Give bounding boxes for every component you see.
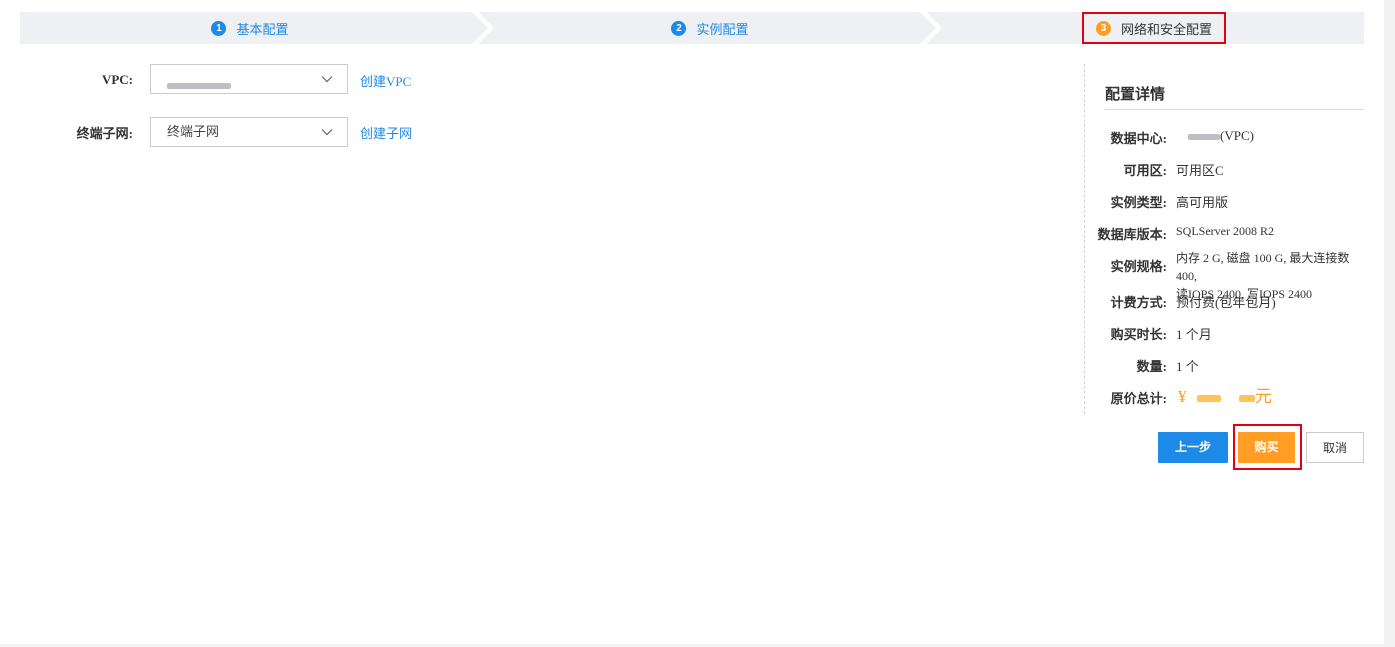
db-version-label: 数据库版本: [1097,227,1167,242]
subnet-select-value: 终端子网 [167,124,220,139]
datacenter-value: (VPC) [1176,128,1254,144]
price-currency: ¥ [1178,387,1187,406]
instance-type-label: 实例类型: [1110,195,1167,210]
instance-type-value: 高可用版 [1176,195,1229,210]
step-basic-config[interactable]: 1 基本配置 [20,12,480,44]
scrollbar-track[interactable] [1384,0,1395,647]
price-unit: 元 [1255,387,1272,406]
subnet-select[interactable]: 终端子网 [150,117,348,147]
chevron-down-icon [321,129,333,136]
active-step-highlight [1082,12,1226,44]
vpc-row: VPC: [0,64,133,96]
panel-divider [1105,109,1364,110]
chevron-down-icon [321,76,333,83]
duration-label: 购买时长: [1110,327,1167,342]
duration-value: 1 个月 [1176,327,1212,342]
total-price-label: 原价总计: [1110,391,1167,406]
step-number-1: 1 [211,20,227,36]
billing-label: 计费方式: [1110,295,1167,310]
prev-step-button[interactable]: 上一步 [1158,432,1228,463]
vpc-label: VPC: [101,72,133,87]
create-vpc-link[interactable]: 创建VPC [360,71,411,90]
total-price-value: ¥ 元 [1178,382,1272,407]
datacenter-suffix: (VPC) [1220,128,1254,143]
step-number-2: 2 [671,20,687,36]
cancel-button[interactable]: 取消 [1306,432,1364,463]
price-redacted-2 [1239,394,1255,402]
vpc-select[interactable] [150,64,348,94]
db-version-value: SQLServer 2008 R2 [1176,224,1274,238]
buy-button-highlight [1233,424,1302,470]
quantity-label: 数量: [1136,359,1167,374]
step-label-instance-config: 实例配置 [696,21,749,37]
create-subnet-link[interactable]: 创建子网 [360,123,412,142]
instance-spec-line-1: 内存 2 G, 磁盘 100 G, 最大连接数 400, [1176,251,1350,283]
panel-title: 配置详情 [1105,87,1166,103]
instance-spec-label: 实例规格: [1110,259,1167,274]
datacenter-redacted [1188,134,1220,141]
subnet-label: 终端子网: [76,125,133,141]
subnet-row: 终端子网: [0,116,133,148]
datacenter-label: 数据中心: [1110,131,1167,146]
quantity-value: 1 个 [1176,359,1199,374]
config-detail-panel: 配置详情 数据中心: (VPC) 可用区: 可用区C 实例类型: 高可用版 数据… [1084,64,1367,414]
step-separator-chevron-icon [920,12,942,44]
zone-label: 可用区: [1123,163,1167,178]
billing-value: 预付费(包年包月) [1176,295,1276,310]
vpc-select-value [167,65,231,93]
zone-value: 可用区C [1176,163,1224,178]
step-label-basic-config: 基本配置 [236,21,289,37]
vpc-value-redacted [167,82,231,89]
step-instance-config[interactable]: 2 实例配置 [490,12,930,44]
price-redacted-1 [1196,394,1221,402]
